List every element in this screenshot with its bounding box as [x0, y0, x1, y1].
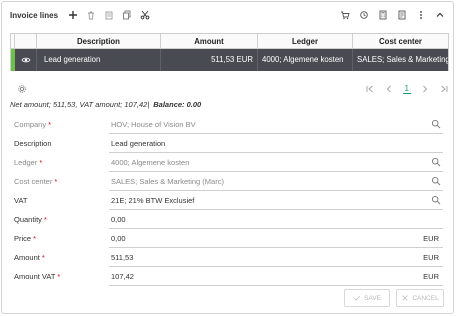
amount-field[interactable]: 511,53 EUR: [109, 249, 443, 267]
amount-vat-row: Amount VAT * 107,42 EUR: [2, 268, 453, 286]
amount-value: 511,53: [111, 253, 134, 262]
summary-balance: Balance: 0.00: [153, 100, 202, 109]
description-row: Description Lead generation: [2, 135, 453, 153]
panel-title: Invoice lines: [10, 10, 59, 20]
plus-icon[interactable]: [68, 10, 78, 20]
company-label: Company *: [14, 120, 52, 129]
description-value: Lead generation: [111, 139, 166, 148]
check-icon: [353, 295, 361, 301]
vat-label: VAT: [14, 196, 28, 205]
report-icon[interactable]: [397, 10, 407, 20]
vat-field[interactable]: 21E; 21% BTW Exclusief: [109, 192, 443, 210]
grid-header: Description Amount Ledger Cost center: [11, 34, 448, 49]
cell-amount: 511,53 EUR: [161, 49, 258, 71]
collapse-icon[interactable]: [435, 10, 445, 20]
price-row: Price * 0,00 EUR: [2, 230, 453, 248]
first-page-icon[interactable]: [365, 84, 375, 94]
amount-vat-value: 107,42: [111, 272, 134, 281]
search-icon[interactable]: [431, 176, 441, 186]
column-header-amount[interactable]: Amount: [161, 34, 258, 49]
last-page-icon[interactable]: [439, 84, 449, 94]
quantity-label: Quantity *: [14, 215, 47, 224]
cell-cost-center: SALES; Sales & Marketing (: [357, 55, 448, 64]
vat-row: VAT 21E; 21% BTW Exclusief: [2, 192, 453, 210]
pagination: 1: [365, 82, 449, 96]
amount-vat-label: Amount VAT *: [14, 272, 61, 281]
price-value: 0,00: [111, 234, 126, 243]
invoice-lines-grid: Description Amount Ledger Cost center Le…: [10, 33, 449, 71]
close-icon: [402, 295, 409, 301]
grid-header-icon: [15, 34, 37, 49]
cell-ledger: 4000; Algemene kosten: [258, 49, 353, 71]
price-currency: EUR: [423, 234, 439, 243]
cancel-label: CANCEL: [412, 294, 439, 302]
copy-icon[interactable]: [104, 10, 114, 20]
cart-icon[interactable]: [340, 10, 350, 20]
refresh-icon[interactable]: [359, 10, 369, 20]
quantity-field[interactable]: 0,00: [109, 211, 443, 229]
quantity-value: 0,00: [111, 215, 126, 224]
company-row: Company * HOV; House of Vision BV: [2, 116, 453, 134]
company-field[interactable]: HOV; House of Vision BV: [109, 116, 443, 134]
ledger-field[interactable]: 4000; Algemene kosten: [109, 154, 443, 172]
description-label: Description: [14, 139, 52, 148]
amount-label: Amount *: [14, 253, 45, 262]
amount-currency: EUR: [423, 253, 439, 262]
toolbar: Invoice lines: [2, 2, 453, 28]
current-page[interactable]: 1: [402, 84, 411, 94]
amount-vat-field[interactable]: 107,42 EUR: [109, 268, 443, 286]
save-button[interactable]: SAVE: [344, 289, 390, 307]
ledger-row: Ledger * 4000; Algemene kosten: [2, 154, 453, 172]
cell-description: Lead generation: [37, 49, 161, 71]
more-icon[interactable]: [416, 10, 426, 20]
cost-center-field[interactable]: SALES; Sales & Marketing (Marc): [109, 173, 443, 191]
cost-center-row: Cost center * SALES; Sales & Marketing (M…: [2, 173, 453, 191]
quantity-row: Quantity * 0,00: [2, 211, 453, 229]
document-icon[interactable]: [122, 10, 132, 20]
column-header-ledger[interactable]: Ledger: [258, 34, 353, 49]
price-field[interactable]: 0,00 EUR: [109, 230, 443, 248]
prev-page-icon[interactable]: [384, 84, 394, 94]
row-view-icon[interactable]: [15, 49, 37, 71]
toolbar-right-actions: [340, 2, 445, 28]
amount-row: Amount * 511,53 EUR: [2, 249, 453, 267]
invoice-lines-panel: Invoice lines Description Amount Ledger …: [1, 1, 454, 314]
pager-row: 1: [10, 82, 449, 96]
cancel-button[interactable]: CANCEL: [396, 289, 444, 307]
ledger-value: 4000; Algemene kosten: [111, 158, 190, 167]
search-icon[interactable]: [431, 119, 441, 129]
ledger-label: Ledger *: [14, 158, 43, 167]
search-icon[interactable]: [431, 195, 441, 205]
scissors-icon[interactable]: [140, 10, 150, 20]
settings-icon[interactable]: [17, 84, 27, 94]
price-label: Price *: [14, 234, 37, 243]
save-label: SAVE: [364, 294, 381, 302]
totals-summary: Net amount; 511,53, VAT amount; 107,42| B…: [10, 100, 201, 109]
summary-amounts: Net amount; 511,53, VAT amount; 107,42|: [10, 100, 150, 109]
cost-center-value: SALES; Sales & Marketing (Marc): [111, 177, 224, 186]
description-field[interactable]: Lead generation: [109, 135, 443, 153]
calculator-icon[interactable]: [378, 10, 388, 20]
toolbar-actions: [68, 10, 150, 20]
amount-vat-currency: EUR: [423, 272, 439, 281]
table-row[interactable]: Lead generation 511,53 EUR 4000; Algemen…: [11, 49, 448, 71]
search-icon[interactable]: [431, 157, 441, 167]
column-header-cost-center[interactable]: Cost center: [353, 34, 448, 49]
trash-icon[interactable]: [86, 10, 96, 20]
next-page-icon[interactable]: [420, 84, 430, 94]
cost-center-label: Cost center *: [14, 177, 58, 186]
vat-value: 21E; 21% BTW Exclusief: [111, 196, 195, 205]
company-value: HOV; House of Vision BV: [111, 120, 196, 129]
column-header-description[interactable]: Description: [37, 34, 161, 49]
